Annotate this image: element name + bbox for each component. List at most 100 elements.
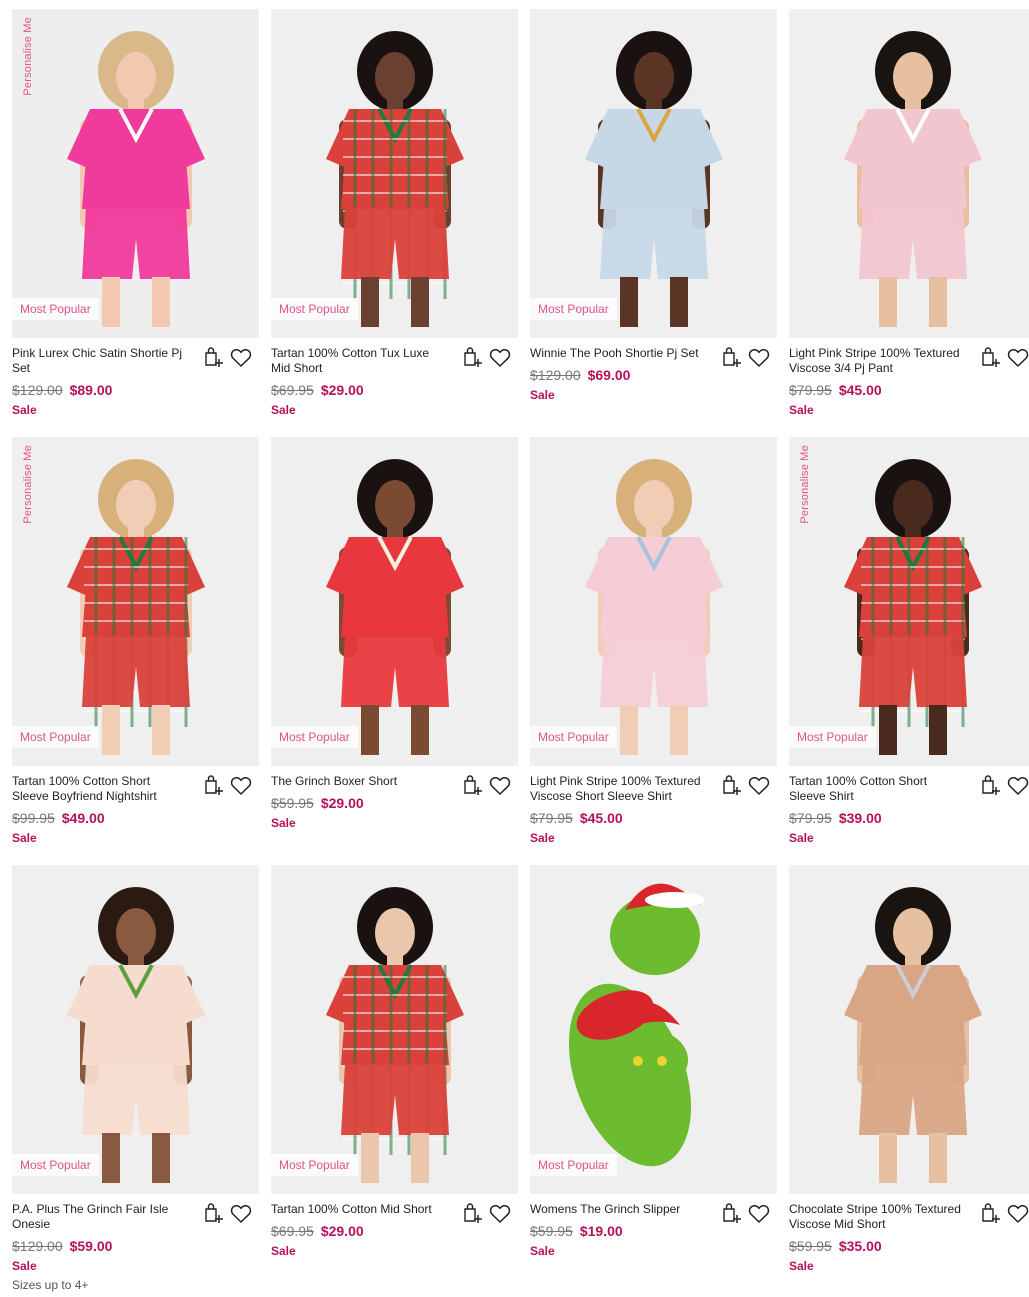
sale-price: $45.00 xyxy=(579,810,623,826)
bag-plus-icon[interactable] xyxy=(460,773,484,797)
product-name[interactable]: P.A. Plus The Grinch Fair Isle Onesie xyxy=(12,1202,190,1232)
product-image[interactable]: Most Popular xyxy=(271,865,518,1194)
product-name[interactable]: Light Pink Stripe 100% Textured Viscose … xyxy=(530,774,708,804)
heart-outline-icon[interactable] xyxy=(747,345,771,369)
product-card[interactable]: Most Popular Light Pink Stripe 100% Textu… xyxy=(530,437,777,865)
personalise-label[interactable]: Personalise Me xyxy=(22,17,34,96)
heart-outline-icon[interactable] xyxy=(229,773,253,797)
product-card[interactable]: Personalise Me Most Popular Tartan 100% Co… xyxy=(12,437,259,865)
bag-plus-icon[interactable] xyxy=(978,773,1002,797)
product-name[interactable]: The Grinch Boxer Short xyxy=(271,774,449,789)
product-image[interactable]: Most Popular xyxy=(271,9,518,338)
card-actions xyxy=(201,1201,253,1225)
heart-outline-icon[interactable] xyxy=(229,1201,253,1225)
card-actions xyxy=(460,773,512,797)
original-price: $69.95 xyxy=(271,1223,314,1239)
product-card[interactable]: Personalise Me Most Popular Tartan 100% Co… xyxy=(789,437,1029,865)
product-image[interactable]: Most Popular xyxy=(12,865,259,1194)
personalise-label[interactable]: Personalise Me xyxy=(799,445,811,524)
price-row: $79.95 $45.00 xyxy=(530,810,777,826)
bag-plus-icon[interactable] xyxy=(978,345,1002,369)
product-name[interactable]: Womens The Grinch Slipper xyxy=(530,1202,708,1217)
sale-label: Sale xyxy=(12,831,37,845)
product-name[interactable]: Light Pink Stripe 100% Textured Viscose … xyxy=(789,346,967,376)
product-card[interactable]: Most Popular Tartan 100% Cotton Tux Luxe … xyxy=(271,9,518,437)
product-photo xyxy=(789,437,1029,766)
product-image[interactable]: Most Popular xyxy=(271,437,518,766)
sale-price: $29.00 xyxy=(320,795,364,811)
product-name[interactable]: Tartan 100% Cotton Mid Short xyxy=(271,1202,449,1217)
product-name[interactable]: Chocolate Stripe 100% Textured Viscose M… xyxy=(789,1202,967,1232)
sale-label: Sale xyxy=(530,388,555,402)
bag-plus-icon[interactable] xyxy=(201,773,225,797)
bag-plus-icon[interactable] xyxy=(201,1201,225,1225)
product-photo xyxy=(530,9,777,338)
product-info: Womens The Grinch Slipper $59.95 $19.00 Sal… xyxy=(530,1194,777,1258)
price-row: $79.95 $39.00 xyxy=(789,810,1029,826)
bag-plus-icon[interactable] xyxy=(978,1201,1002,1225)
product-image[interactable]: Most Popular xyxy=(530,9,777,338)
product-photo xyxy=(12,437,259,766)
product-name[interactable]: Pink Lurex Chic Satin Shortie Pj Set xyxy=(12,346,190,376)
bag-plus-icon[interactable] xyxy=(460,1201,484,1225)
sale-label: Sale xyxy=(530,831,555,845)
heart-outline-icon[interactable] xyxy=(488,1201,512,1225)
bag-plus-icon[interactable] xyxy=(719,345,743,369)
heart-outline-icon[interactable] xyxy=(1006,773,1029,797)
bag-plus-icon[interactable] xyxy=(201,345,225,369)
product-info: Tartan 100% Cotton Tux Luxe Mid Short $69… xyxy=(271,338,518,417)
heart-outline-icon[interactable] xyxy=(747,1201,771,1225)
product-image[interactable] xyxy=(789,865,1029,1194)
product-image[interactable]: Most Popular xyxy=(530,865,777,1194)
product-card[interactable]: Most Popular Womens The Grinch Slipper $59… xyxy=(530,865,777,1293)
original-price: $79.95 xyxy=(789,810,832,826)
product-card[interactable]: Most Popular P.A. Plus The Grinch Fair Is… xyxy=(12,865,259,1293)
heart-outline-icon[interactable] xyxy=(229,345,253,369)
heart-outline-icon[interactable] xyxy=(747,773,771,797)
heart-outline-icon[interactable] xyxy=(1006,345,1029,369)
product-info: P.A. Plus The Grinch Fair Isle Onesie $12… xyxy=(12,1194,259,1292)
heart-outline-icon[interactable] xyxy=(488,345,512,369)
personalise-label[interactable]: Personalise Me xyxy=(22,445,34,524)
product-card[interactable]: Most Popular Tartan 100% Cotton Mid Short… xyxy=(271,865,518,1293)
sale-label: Sale xyxy=(271,403,296,417)
price-row: $129.00 $59.00 xyxy=(12,1238,259,1254)
product-name[interactable]: Tartan 100% Cotton Short Sleeve Boyfrien… xyxy=(12,774,190,804)
product-card[interactable]: Most Popular The Grinch Boxer Short $59.95… xyxy=(271,437,518,865)
product-card[interactable]: Chocolate Stripe 100% Textured Viscose M… xyxy=(789,865,1029,1293)
sale-price: $89.00 xyxy=(69,382,113,398)
product-name[interactable]: Tartan 100% Cotton Short Sleeve Shirt xyxy=(789,774,967,804)
product-info: Winnie The Pooh Shortie Pj Set $129.00 $69… xyxy=(530,338,777,402)
bag-plus-icon[interactable] xyxy=(719,773,743,797)
product-card[interactable]: Personalise Me Most Popular Pink Lurex Chi… xyxy=(12,9,259,437)
heart-outline-icon[interactable] xyxy=(1006,1201,1029,1225)
heart-outline-icon[interactable] xyxy=(488,773,512,797)
original-price: $59.95 xyxy=(530,1223,573,1239)
product-photo xyxy=(12,9,259,338)
original-price: $79.95 xyxy=(789,382,832,398)
product-name[interactable]: Winnie The Pooh Shortie Pj Set xyxy=(530,346,708,361)
sale-label: Sale xyxy=(530,1244,555,1258)
product-card[interactable]: Most Popular Winnie The Pooh Shortie Pj S… xyxy=(530,9,777,437)
bag-plus-icon[interactable] xyxy=(460,345,484,369)
product-name[interactable]: Tartan 100% Cotton Tux Luxe Mid Short xyxy=(271,346,449,376)
product-image[interactable]: Personalise Me Most Popular xyxy=(12,437,259,766)
most-popular-badge: Most Popular xyxy=(530,1154,617,1176)
product-image[interactable]: Most Popular xyxy=(530,437,777,766)
product-image[interactable]: Personalise Me Most Popular xyxy=(12,9,259,338)
card-actions xyxy=(978,1201,1029,1225)
product-image[interactable] xyxy=(789,9,1029,338)
sale-price: $35.00 xyxy=(838,1238,882,1254)
price-row: $79.95 $45.00 xyxy=(789,382,1029,398)
card-actions xyxy=(460,345,512,369)
product-image[interactable]: Personalise Me Most Popular xyxy=(789,437,1029,766)
most-popular-badge: Most Popular xyxy=(271,298,358,320)
product-info: Tartan 100% Cotton Short Sleeve Shirt $79… xyxy=(789,766,1029,845)
sale-price: $45.00 xyxy=(838,382,882,398)
card-actions xyxy=(201,345,253,369)
card-actions xyxy=(978,345,1029,369)
product-card[interactable]: Light Pink Stripe 100% Textured Viscose … xyxy=(789,9,1029,437)
bag-plus-icon[interactable] xyxy=(719,1201,743,1225)
sale-price: $29.00 xyxy=(320,382,364,398)
card-actions xyxy=(201,773,253,797)
